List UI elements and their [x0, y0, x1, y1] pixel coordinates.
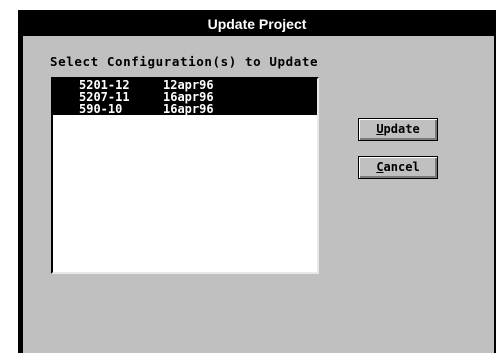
configuration-name: 590-10 — [79, 102, 123, 116]
dialog-title: Update Project — [21, 13, 493, 35]
cancel-mnemonic: C — [376, 160, 384, 174]
update-mnemonic: U — [376, 122, 384, 136]
select-configurations-label: Select Configuration(s) to Update — [50, 54, 319, 69]
update-button[interactable]: Update — [358, 118, 438, 141]
configurations-listbox[interactable]: 5201-12 12apr96 5207-11 16apr96 590-10 1… — [51, 77, 319, 274]
cancel-button[interactable]: Cancel — [358, 156, 438, 179]
configuration-date: 16apr96 — [163, 102, 214, 116]
update-label-rest: pdate — [383, 122, 420, 136]
cancel-label-rest: ancel — [383, 160, 420, 174]
update-project-dialog: Update Project Select Configuration(s) t… — [18, 10, 496, 353]
list-item[interactable]: 590-10 16apr96 — [53, 103, 317, 115]
dialog-client-area: Select Configuration(s) to Update 5201-1… — [23, 36, 494, 353]
